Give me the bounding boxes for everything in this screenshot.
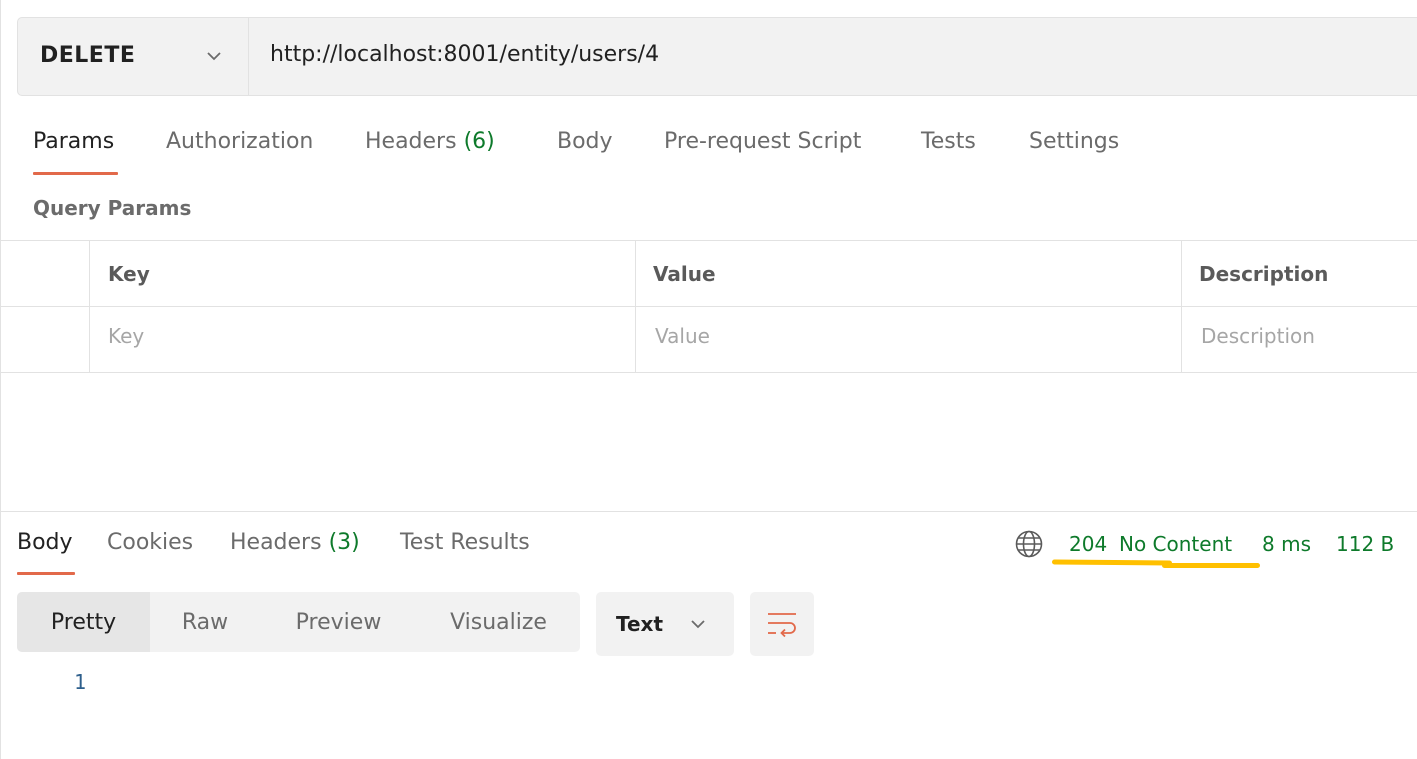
view-mode-raw[interactable]: Raw (150, 592, 260, 652)
url-input[interactable]: http://localhost:8001/entity/users/4 (270, 42, 659, 67)
table-divider (635, 240, 636, 373)
response-size[interactable]: 112 B (1336, 532, 1394, 556)
active-tab-indicator (33, 172, 118, 175)
value-input[interactable]: Value (655, 324, 710, 348)
active-response-tab-indicator (17, 572, 75, 575)
line-number: 1 (74, 670, 87, 694)
table-divider (1181, 240, 1182, 373)
response-tab-body[interactable]: Body (17, 530, 73, 555)
tab-params[interactable]: Params (33, 129, 114, 154)
table-divider (89, 240, 90, 373)
chevron-down-icon (691, 620, 705, 629)
tab-tests[interactable]: Tests (921, 129, 976, 154)
tab-pre-request-script[interactable]: Pre-request Script (664, 129, 861, 154)
view-mode-visualize[interactable]: Visualize (417, 592, 580, 652)
response-tab-headers[interactable]: Headers (3) (230, 530, 360, 555)
tab-settings[interactable]: Settings (1029, 129, 1119, 154)
tab-body[interactable]: Body (557, 129, 613, 154)
chevron-down-icon (207, 52, 221, 61)
headers-count: (6) (463, 129, 495, 154)
highlight-mark (1051, 559, 1173, 566)
table-border-mid (0, 306, 1417, 307)
format-select[interactable]: Text (596, 592, 734, 656)
column-header-value: Value (653, 262, 716, 286)
column-header-description: Description (1199, 262, 1329, 286)
query-params-title: Query Params (33, 196, 192, 220)
globe-icon[interactable] (1014, 529, 1044, 559)
description-input[interactable]: Description (1201, 324, 1315, 348)
response-time[interactable]: 8 ms (1262, 532, 1311, 556)
view-mode-preview[interactable]: Preview (260, 592, 417, 652)
method-select[interactable]: DELETE (18, 18, 249, 95)
status-text[interactable]: No Content (1119, 532, 1232, 556)
table-border-bottom (0, 372, 1417, 373)
response-tab-cookies[interactable]: Cookies (107, 530, 193, 555)
tab-headers-label: Headers (365, 129, 457, 154)
method-label: DELETE (40, 43, 136, 68)
url-bar: DELETE http://localhost:8001/entity/user… (17, 17, 1417, 96)
status-code[interactable]: 204 (1069, 532, 1107, 556)
column-header-key: Key (108, 262, 150, 286)
highlight-mark (1162, 563, 1260, 568)
response-tab-headers-label: Headers (230, 530, 322, 555)
format-label: Text (616, 612, 664, 636)
left-border (0, 0, 1, 759)
key-input[interactable]: Key (108, 324, 144, 348)
view-mode-pretty[interactable]: Pretty (17, 592, 150, 652)
wrap-lines-icon (768, 613, 796, 638)
view-mode-selector: Pretty Raw Preview Visualize (17, 592, 580, 652)
response-divider (0, 511, 1417, 512)
response-headers-count: (3) (328, 530, 360, 555)
wrap-lines-button[interactable] (750, 592, 814, 656)
tab-authorization[interactable]: Authorization (166, 129, 313, 154)
response-tab-test-results[interactable]: Test Results (400, 530, 530, 555)
table-border-top (0, 240, 1417, 241)
tab-headers[interactable]: Headers (6) (365, 129, 495, 154)
